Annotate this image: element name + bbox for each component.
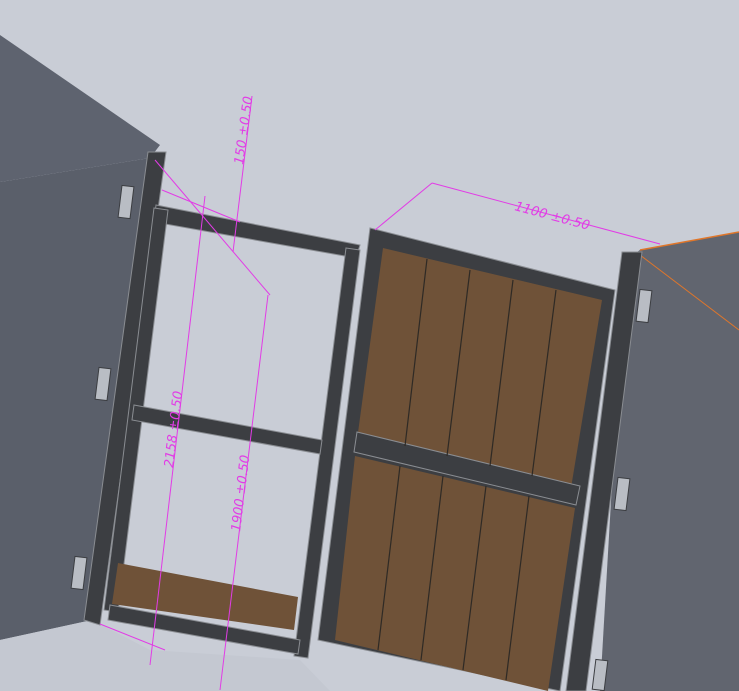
dimension-label-top-offset: 150 ±0.50 <box>232 95 256 165</box>
dim-1100-ext-left <box>374 182 433 231</box>
dimension-label-inner-height: 1900 ±0.50 <box>229 454 253 532</box>
gate-assembly-drawing: 150 ±0.50 2158 ±0.50 1900 ±0.50 1100 ±0.… <box>0 35 739 691</box>
dimension-label-leaf-width: 1100 ±0.50 <box>513 199 591 233</box>
cad-viewport[interactable]: 150 ±0.50 2158 ±0.50 1900 ±0.50 1100 ±0.… <box>0 0 739 691</box>
left-wall-top-face <box>0 35 160 182</box>
left-leaf-top-rail <box>153 204 361 259</box>
right-gate-leaf[interactable] <box>317 227 616 691</box>
left-leaf-mid-rail <box>131 404 323 455</box>
